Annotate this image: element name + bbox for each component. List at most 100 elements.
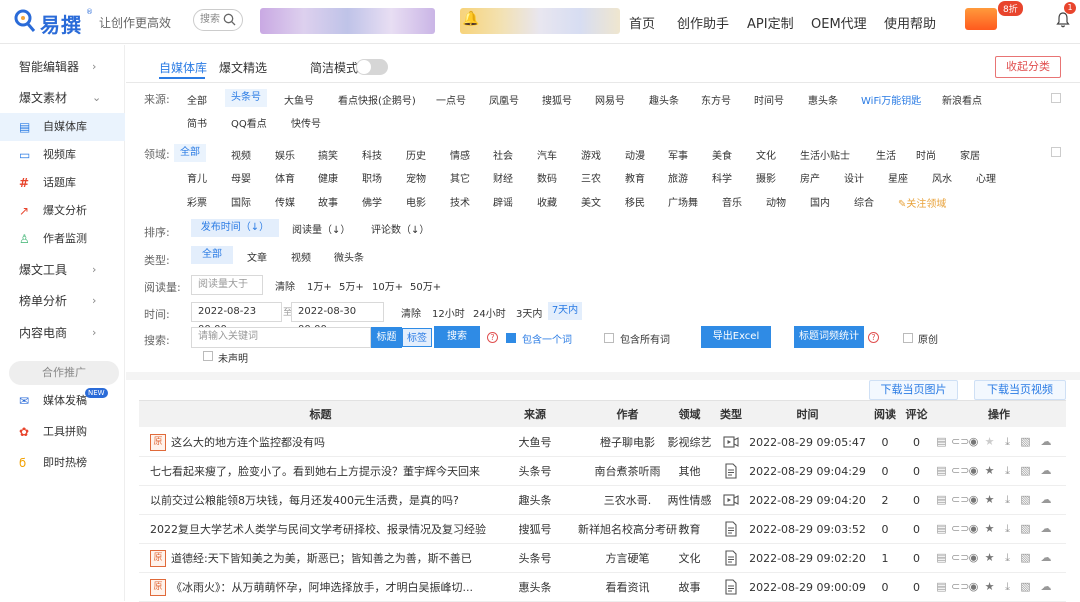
reads-50k[interactable]: 5万+ [339,278,364,293]
cloud-download-icon[interactable]: ☁ [1037,551,1055,564]
sidebar-rankings[interactable]: 榜单分析 › [0,287,125,315]
filter-option[interactable]: 动物 [766,194,786,209]
time-3days[interactable]: 3天内 [516,305,542,320]
filter-option[interactable]: 搜狐号 [542,92,572,107]
reads-10k[interactable]: 1万+ [307,278,332,293]
nav-oem[interactable]: OEM代理 [811,13,867,32]
col-field[interactable]: 领域 [666,401,713,428]
image-icon[interactable]: ▧ [1019,522,1032,535]
filter-option[interactable]: 房产 [800,170,820,185]
filter-option[interactable]: 母婴 [231,170,251,185]
filter-option[interactable]: 全部 [187,92,207,107]
star-icon[interactable]: ★ [983,464,996,477]
filter-option[interactable]: 旅游 [668,170,688,185]
col-type[interactable]: 类型 [715,401,747,428]
cloud-download-icon[interactable]: ☁ [1037,464,1055,477]
time-24h[interactable]: 24小时 [473,305,506,320]
target-icon[interactable]: ◉ [967,493,980,506]
download-icon[interactable]: ⤓ [1001,435,1014,448]
filter-option[interactable]: 财经 [493,170,513,185]
filter-option[interactable]: 职场 [362,170,382,185]
filter-option[interactable]: 快传号 [291,115,321,130]
note-icon[interactable]: ▤ [935,493,948,506]
table-row[interactable]: 原这么大的地方连个监控都没有吗 大鱼号 橙子聊电影 影视综艺 2022-08-29 09… [139,428,1066,457]
download-icon[interactable]: ⤓ [1001,580,1014,593]
filter-option[interactable]: 情感 [450,147,470,162]
filter-option[interactable]: 国内 [810,194,830,209]
filter-option[interactable]: 军事 [668,147,688,162]
filter-option[interactable]: 教育 [625,170,645,185]
type-micro[interactable]: 微头条 [334,249,364,264]
filter-option[interactable]: 美食 [712,147,732,162]
filter-option[interactable]: 新浪看点 [942,92,982,107]
download-icon[interactable]: ⤓ [1001,464,1014,477]
export-excel-button[interactable]: 导出Excel [701,326,771,348]
filter-option[interactable]: 全部 [174,144,206,162]
sidebar-topic-library[interactable]: # 话题库 [0,169,125,197]
cloud-download-icon[interactable]: ☁ [1037,493,1055,506]
col-source[interactable]: 来源 [502,401,568,428]
filter-option[interactable]: 美文 [581,194,601,209]
download-videos-button[interactable]: 下载当页视频 [974,380,1066,400]
filter-option[interactable]: 体育 [275,170,295,185]
scope-tag-button[interactable]: 标签 [402,328,432,347]
download-icon[interactable]: ⤓ [1001,493,1014,506]
download-icon[interactable]: ⤓ [1001,522,1014,535]
star-icon[interactable]: ★ [983,580,996,593]
image-icon[interactable]: ▧ [1019,551,1032,564]
title-frequency-button[interactable]: 标题词频统计 [794,326,864,348]
link-icon[interactable]: ⊂⊃ [951,464,969,477]
sidebar-content-ecommerce[interactable]: 内容电商 › [0,319,125,347]
filter-option[interactable]: 数码 [537,170,557,185]
sidebar-smart-editor[interactable]: 智能编辑器 › [0,53,125,81]
filter-option[interactable]: WiFi万能钥匙 [861,92,921,107]
table-row[interactable]: 七七看起来瘦了，脸变小了。看到她右上方提示没？董宇辉今天回来 头条号 南台煮茶听雨其… [139,457,1066,486]
filter-option[interactable]: 其它 [450,170,470,185]
reads-100k[interactable]: 10万+ [372,278,403,293]
col-comments[interactable]: 评论 [902,401,931,428]
filter-option[interactable]: 设计 [844,170,864,185]
cloud-download-icon[interactable]: ☁ [1037,580,1055,593]
filter-option[interactable]: 头条号 [225,89,267,107]
sort-comments[interactable]: 评论数（↓） [371,221,429,236]
filter-option[interactable]: 娱乐 [275,147,295,162]
expand-icon[interactable] [1051,93,1061,103]
filter-option[interactable]: 佛学 [362,194,382,209]
filter-option[interactable]: 凤凰号 [489,92,519,107]
collapse-categories-button[interactable]: 收起分类 [995,56,1061,78]
sort-reads[interactable]: 阅读量（↓） [292,221,350,236]
target-icon[interactable]: ◉ [967,435,980,448]
filter-option[interactable]: 收藏 [537,194,557,209]
download-images-button[interactable]: 下载当页图片 [869,380,958,400]
cloud-download-icon[interactable]: ☁ [1037,435,1055,448]
filter-option[interactable]: 家居 [960,147,980,162]
filter-option[interactable]: 视频 [231,147,251,162]
note-icon[interactable]: ▤ [935,464,948,477]
target-icon[interactable]: ◉ [967,551,980,564]
filter-option[interactable]: QQ看点 [231,115,267,130]
link-icon[interactable]: ⊂⊃ [951,522,969,535]
note-icon[interactable]: ▤ [935,551,948,564]
table-row[interactable]: 原道德经:天下皆知美之为美，斯恶已；皆知善之为善，斯不善已 头条号 方言硬笔 文化 20… [139,544,1066,573]
filter-option[interactable]: 科学 [712,170,732,185]
search-button[interactable]: 搜索 [434,326,480,348]
filter-option[interactable]: 风水 [932,170,952,185]
filter-option[interactable]: 生活 [876,147,896,162]
row-title[interactable]: 《冰雨火》：从万萌萌怀孕，阿坤选择放手，才明白吴振峰切... [171,573,501,602]
filter-option[interactable]: 宠物 [406,170,426,185]
original-checkbox[interactable] [903,333,913,343]
nav-help[interactable]: 使用帮助 [884,13,936,32]
col-title[interactable]: 标题 [139,401,502,428]
filter-option[interactable]: 简书 [187,115,207,130]
filter-option[interactable]: 惠头条 [808,92,838,107]
filter-option[interactable]: 星座 [888,170,908,185]
sidebar-viral-tools[interactable]: 爆文工具 › [0,256,125,284]
filter-option[interactable]: 国际 [231,194,251,209]
image-icon[interactable]: ▧ [1019,580,1032,593]
discount-promo[interactable] [965,8,997,30]
filter-option[interactable]: 移民 [625,194,645,209]
target-icon[interactable]: ◉ [967,464,980,477]
filter-option[interactable]: 时间号 [754,92,784,107]
filter-option[interactable]: 社会 [493,147,513,162]
scope-title-button[interactable]: 标题 [371,327,402,348]
